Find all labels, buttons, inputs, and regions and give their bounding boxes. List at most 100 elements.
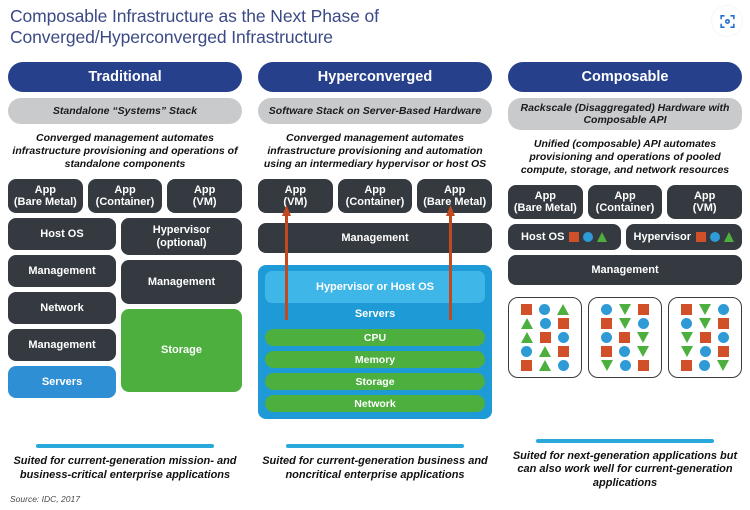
- circle-icon: [681, 318, 692, 329]
- app-block: App (VM): [167, 179, 243, 213]
- triangle-icon: [597, 232, 608, 242]
- resource-bar-storage: Storage: [265, 373, 485, 390]
- column-traditional: Traditional Standalone “Systems” Stack C…: [0, 62, 250, 510]
- app-block: App (Container): [337, 179, 413, 213]
- infographic-page: Composable Infrastructure as the Next Ph…: [0, 0, 750, 510]
- stack-block-hypervisor: Hypervisor (optional): [121, 218, 242, 255]
- square-icon: [558, 318, 569, 329]
- triangle-icon: [724, 232, 734, 242]
- square-icon: [718, 346, 729, 357]
- triangle-down-icon: [699, 318, 711, 329]
- column-header-composable: Composable: [508, 62, 742, 92]
- resource-pool-row: [601, 360, 649, 371]
- page-title: Composable Infrastructure as the Next Ph…: [10, 6, 379, 47]
- column-subheader-hyperconverged: Software Stack on Server-Based Hardware: [258, 98, 492, 124]
- triangle-up-icon: [539, 360, 551, 371]
- stack-block-network: Network: [8, 292, 116, 324]
- footer-divider: [536, 438, 714, 443]
- triangle-down-icon: [637, 332, 649, 343]
- square-icon: [601, 346, 612, 357]
- os-resource-shapes: [696, 232, 734, 242]
- resource-pool-row: [521, 318, 569, 329]
- resource-pool-row: [521, 304, 569, 315]
- column-subheader-composable: Rackscale (Disaggregated) Hardware with …: [508, 98, 742, 130]
- servers-container: Hypervisor or Host OS Servers CPU Memory…: [258, 265, 492, 419]
- triangle-down-icon: [601, 360, 613, 371]
- square-icon: [700, 332, 711, 343]
- triangle-down-icon: [699, 304, 711, 315]
- column-header-hyperconverged: Hyperconverged: [258, 62, 492, 92]
- app-block: App (VM): [667, 185, 743, 219]
- square-icon: [601, 318, 612, 329]
- footer-text: Suited for current-generation business a…: [262, 455, 488, 481]
- resource-bar-cpu: CPU: [265, 329, 485, 346]
- circle-icon: [619, 346, 630, 357]
- app-block: App (Bare Metal): [508, 185, 583, 219]
- footer-traditional: Suited for current-generation mission- a…: [8, 444, 242, 482]
- os-block-hypervisor: Hypervisor: [625, 224, 742, 250]
- resource-pool: [588, 297, 662, 378]
- column-description-traditional: Converged management automates infrastru…: [12, 132, 238, 170]
- resource-pool-row: [681, 346, 729, 357]
- resource-pools: [508, 297, 742, 378]
- stack-block-servers: Servers: [8, 366, 116, 398]
- resource-pool-row: [601, 332, 649, 343]
- square-icon: [718, 318, 729, 329]
- resource-pool-row: [681, 360, 729, 371]
- resource-pool-row: [681, 332, 729, 343]
- triangle-up-icon: [539, 346, 551, 357]
- stack-right-traditional: Hypervisor (optional) Management Storage: [121, 218, 242, 398]
- scan-focus-icon[interactable]: [712, 6, 742, 36]
- circle-icon: [558, 332, 569, 343]
- triangle-down-icon: [619, 304, 631, 315]
- triangle-down-icon: [619, 318, 631, 329]
- app-row-hyperconverged: App (VM) App (Container) App (Bare Metal…: [258, 179, 493, 213]
- circle-icon: [539, 304, 550, 315]
- circle-icon: [601, 304, 612, 315]
- square-icon: [638, 360, 649, 371]
- square-icon: [540, 332, 551, 343]
- circle-icon: [638, 318, 649, 329]
- resource-pool-row: [601, 346, 649, 357]
- columns-container: Traditional Standalone “Systems” Stack C…: [0, 62, 750, 510]
- triangle-down-icon: [717, 360, 729, 371]
- circle-icon: [620, 360, 631, 371]
- stack-left-traditional: Host OS Management Network Management Se…: [8, 218, 116, 398]
- column-header-traditional: Traditional: [8, 62, 242, 92]
- triangle-down-icon: [637, 346, 649, 357]
- circle-icon: [700, 346, 711, 357]
- resource-bar-network: Network: [265, 395, 485, 412]
- resource-pool-row: [521, 360, 569, 371]
- resource-pool-row: [521, 346, 569, 357]
- stack-block-management: Management: [121, 260, 242, 304]
- triangle-down-icon: [681, 332, 693, 343]
- os-resource-shapes: [569, 232, 608, 242]
- resource-pool-row: [521, 332, 569, 343]
- square-icon: [681, 360, 692, 371]
- column-description-hyperconverged: Converged management automates infrastru…: [263, 132, 487, 170]
- resource-pool-row: [681, 304, 729, 315]
- app-row-traditional: App (Bare Metal) App (Container) App (VM…: [8, 179, 243, 213]
- column-hyperconverged: Hyperconverged Software Stack on Server-…: [250, 62, 500, 510]
- footer-hyperconverged: Suited for current-generation business a…: [258, 444, 492, 482]
- circle-icon: [540, 318, 551, 329]
- app-block: App (Container): [87, 179, 163, 213]
- circle-icon: [601, 332, 612, 343]
- footer-composable: Suited for next-generation applications …: [508, 438, 742, 491]
- square-icon: [558, 346, 569, 357]
- resource-bar-memory: Memory: [265, 351, 485, 368]
- os-block-host-os: Host OS: [508, 224, 621, 250]
- arrow-cpu-to-app-bare-metal: [446, 205, 455, 320]
- app-block: App (Container): [587, 185, 663, 219]
- square-icon: [569, 232, 580, 242]
- stack-block-management: Management: [8, 255, 116, 287]
- square-icon: [638, 304, 649, 315]
- arrow-cpu-to-app-vm: [282, 205, 291, 320]
- triangle-up-icon: [557, 304, 569, 315]
- footer-divider: [286, 444, 464, 448]
- square-icon: [696, 232, 706, 242]
- stack-block-storage: Storage: [121, 309, 242, 392]
- source-note: Source: IDC, 2017: [10, 494, 80, 504]
- column-description-composable: Unified (composable) API automates provi…: [520, 138, 730, 176]
- triangle-up-icon: [521, 318, 533, 329]
